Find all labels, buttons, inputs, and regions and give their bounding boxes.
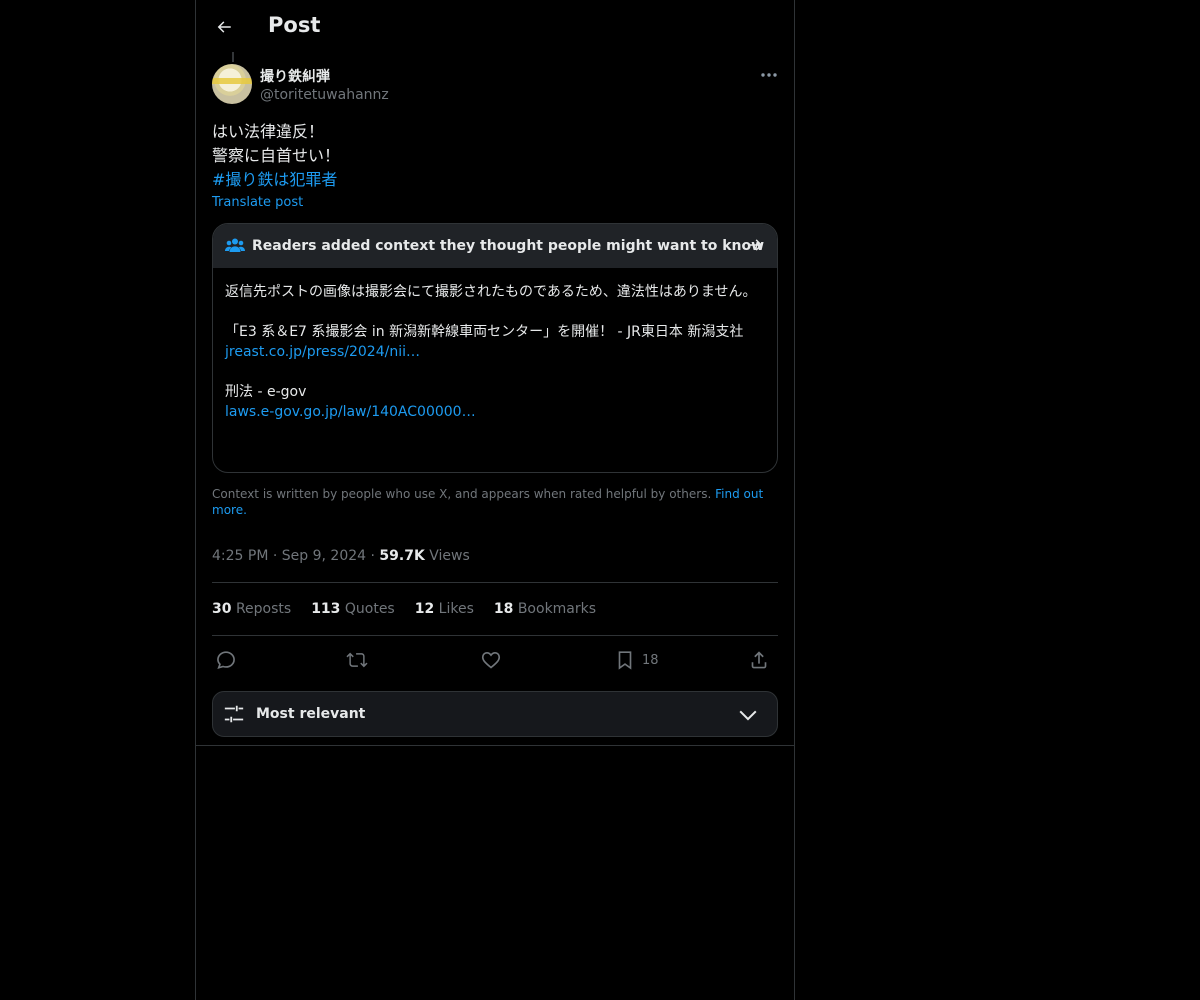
main-column: Post 撮り鉄糾弾 @toritetuwahannz はい法律違反！ 警察に自… (195, 0, 795, 1000)
post-line: はい法律違反！ (212, 122, 325, 141)
translate-post-link[interactable]: Translate post (212, 195, 303, 210)
bookmarks-label: Bookmarks (517, 601, 597, 617)
chevron-down-icon (739, 710, 757, 721)
note-paragraph: 返信先ポストの画像は撮影会にて撮影されたものであるため、違法性はありません。 (225, 284, 757, 300)
repost-icon (346, 652, 368, 668)
context-disclaimer: Context is written by people who use X, … (212, 486, 778, 518)
note-source-link[interactable]: laws.e-gov.go.jp/law/140AC00000… (225, 402, 770, 422)
arrow-right-icon (749, 239, 763, 251)
avatar[interactable] (212, 64, 252, 104)
hashtag-link[interactable]: #撮り鉄は犯罪者 (212, 168, 340, 192)
sliders-icon (224, 705, 244, 723)
note-source-title: 「E3 系＆E7 系撮影会 in 新潟新幹線車両センター」を開催！ - JR東日… (225, 324, 744, 340)
page-title: Post (268, 13, 321, 37)
post-time[interactable]: 4:25 PM (212, 548, 268, 564)
more-options-button[interactable] (754, 64, 784, 86)
reposts-label: Reposts (235, 601, 292, 617)
divider (196, 745, 794, 746)
community-note-title: Readers added context they thought peopl… (252, 238, 765, 254)
likes-label: Likes (438, 601, 474, 617)
quotes-count: 113 (311, 601, 341, 617)
post-line: 警察に自首せい！ (212, 146, 341, 165)
context-disclaimer-text: Context is written by people who use X, … (212, 487, 712, 501)
divider (212, 635, 778, 636)
bookmarks-stat[interactable]: 18 Bookmarks (494, 601, 596, 617)
repost-button[interactable] (346, 646, 368, 674)
note-source-title: 刑法 - e-gov (225, 384, 307, 400)
post-meta: 4:25 PM · Sep 9, 2024 · 59.7K Views (212, 548, 470, 564)
bookmark-button[interactable]: 18 (614, 646, 659, 674)
reposts-stat[interactable]: 30 Reposts (212, 601, 291, 617)
thread-connector (232, 52, 234, 62)
sort-replies-dropdown[interactable]: Most relevant (212, 691, 778, 737)
post-text: はい法律違反！ 警察に自首せい！ #撮り鉄は犯罪者 (212, 120, 340, 192)
community-note-header[interactable]: Readers added context they thought peopl… (213, 224, 777, 268)
community-note: Readers added context they thought peopl… (212, 223, 778, 473)
community-note-body: 返信先ポストの画像は撮影会にて撮影されたものであるため、違法性はありません。 「… (225, 282, 770, 422)
people-icon (225, 238, 245, 252)
avatar-detail (212, 78, 252, 84)
likes-stat[interactable]: 12 Likes (415, 601, 474, 617)
quotes-stat[interactable]: 113 Quotes (311, 601, 395, 617)
bookmark-count: 18 (642, 652, 659, 668)
sort-label: Most relevant (256, 706, 366, 722)
post-date[interactable]: Sep 9, 2024 (282, 548, 366, 564)
share-button[interactable] (748, 646, 770, 674)
top-bar: Post (196, 0, 794, 54)
views-count: 59.7K (379, 548, 425, 564)
reply-button[interactable] (215, 646, 237, 674)
separator: · (370, 548, 375, 564)
note-source-link[interactable]: jreast.co.jp/press/2024/nii… (225, 342, 770, 362)
divider (212, 582, 778, 583)
engagement-stats: 30 Reposts 113 Quotes 12 Likes 18 Bookma… (212, 601, 596, 617)
author-name[interactable]: 撮り鉄糾弾 (260, 66, 330, 86)
views-label: Views (429, 548, 470, 564)
back-button[interactable] (210, 13, 238, 41)
bookmarks-count: 18 (493, 601, 514, 617)
heart-icon (481, 652, 501, 669)
quotes-label: Quotes (344, 601, 395, 617)
author-handle[interactable]: @toritetuwahannz (260, 87, 389, 103)
arrow-left-icon (217, 21, 231, 33)
like-button[interactable] (480, 646, 502, 674)
separator: · (272, 548, 278, 564)
action-bar: 18 (212, 646, 778, 674)
reposts-count: 30 (212, 601, 232, 617)
likes-count: 12 (414, 601, 435, 617)
more-icon (761, 73, 777, 77)
bookmark-icon (618, 651, 632, 670)
share-icon (751, 651, 767, 669)
reply-icon (217, 651, 235, 670)
